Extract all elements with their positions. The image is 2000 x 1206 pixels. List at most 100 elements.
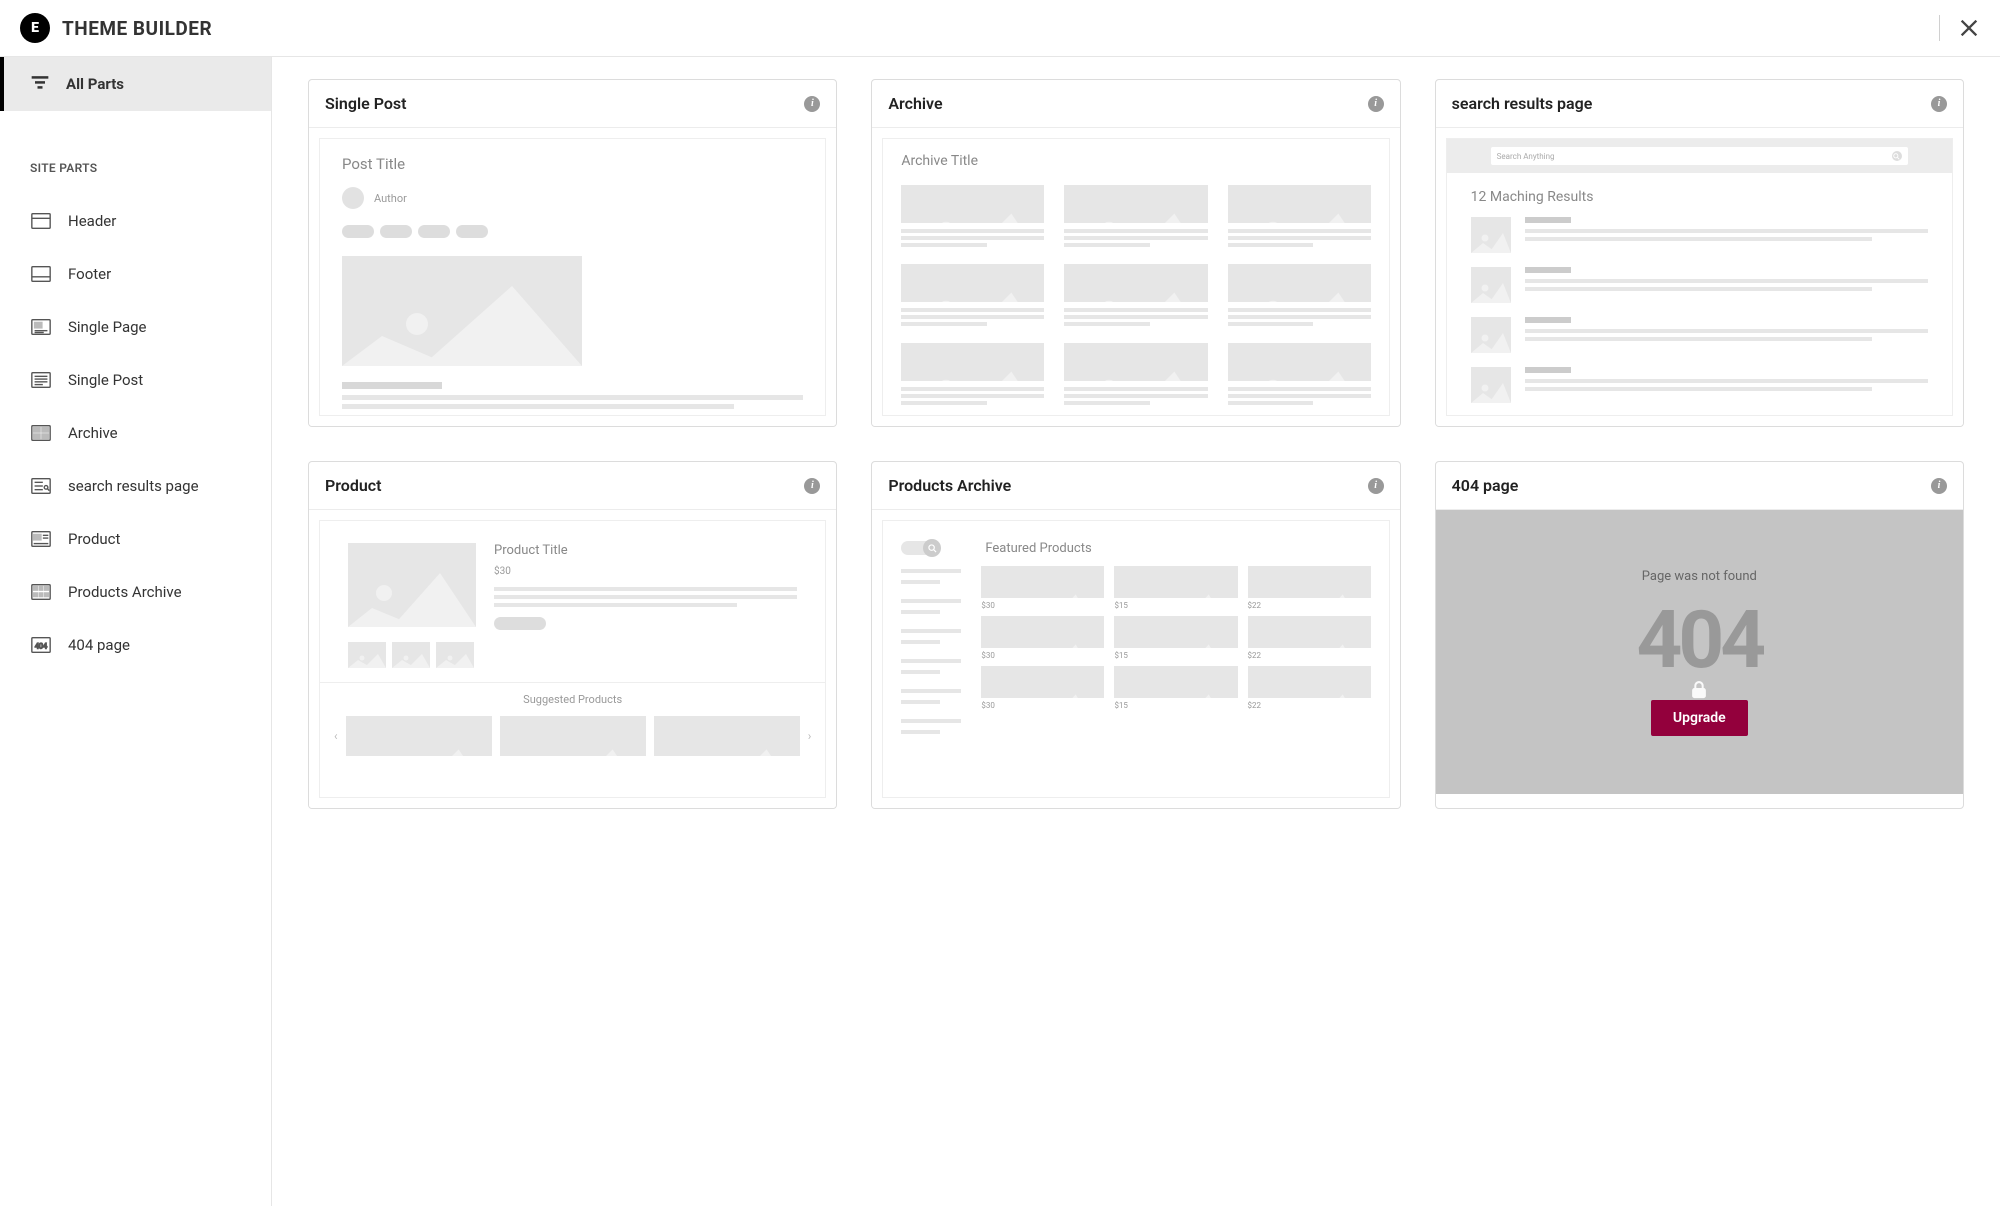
sidebar-item-single-post[interactable]: Single Post [0, 354, 271, 407]
card-title: search results page [1452, 94, 1593, 113]
card-body: Search Anything 12 Maching Results [1436, 128, 1963, 426]
card-products-archive[interactable]: Products Archive i [871, 461, 1400, 809]
products-archive-grid-item: $15 [1114, 616, 1237, 660]
sidebar-item-single-page[interactable]: Single Page [0, 301, 271, 354]
sidebar-item-products-archive[interactable]: Products Archive [0, 566, 271, 619]
products-archive-grid-item: $15 [1114, 566, 1237, 610]
card-search-results[interactable]: search results page i Search Anything 12… [1435, 79, 1964, 427]
card-header: search results page i [1436, 80, 1963, 128]
avatar-icon [342, 187, 364, 209]
featured-products-label: Featured Products [985, 541, 1370, 556]
cards-grid: Single Post i Post Title Author [308, 79, 1964, 809]
card-body: Post Title Author [309, 128, 836, 426]
sidebar-item-search-results[interactable]: search results page [0, 460, 271, 513]
sidebar-all-parts[interactable]: All Parts [0, 57, 271, 111]
products-archive-grid-item: $30 [981, 566, 1104, 610]
card-header: Archive i [872, 80, 1399, 128]
top-bar: E THEME BUILDER [0, 0, 2000, 57]
buy-pill-placeholder [494, 617, 546, 630]
products-archive-grid-item: $30 [981, 666, 1104, 710]
product-price-label: $15 [1114, 701, 1237, 710]
sidebar-item-label: 404 page [68, 636, 130, 654]
sidebar-item-label: search results page [68, 477, 199, 495]
post-title-label: Post Title [342, 155, 803, 173]
author-label: Author [374, 192, 407, 205]
card-404[interactable]: 404 page i Page was not found 404 Upgrad… [1435, 461, 1964, 809]
archive-preview: Archive Title [882, 138, 1389, 416]
lock-icon [1688, 633, 1710, 655]
info-icon[interactable]: i [1368, 478, 1384, 494]
sidebar-item-footer[interactable]: Footer [0, 248, 271, 301]
sidebar-item-label: Footer [68, 265, 111, 283]
vertical-divider [1939, 15, 1940, 41]
product-price-label: $30 [981, 651, 1104, 660]
top-bar-left: E THEME BUILDER [20, 13, 212, 43]
single-page-icon [30, 316, 52, 338]
sidebar-item-archive[interactable]: Archive [0, 407, 271, 460]
card-product[interactable]: Product i Product Title $30 [308, 461, 837, 809]
products-archive-preview: Featured Products $30$15$22$30$15$22$30$… [882, 520, 1389, 798]
sidebar-item-label: Products Archive [68, 583, 182, 601]
sidebar-item-header[interactable]: Header [0, 195, 271, 248]
info-icon[interactable]: i [1931, 478, 1947, 494]
archive-grid-item [901, 343, 1044, 408]
single-post-icon [30, 369, 52, 391]
sidebar-item-product[interactable]: Product [0, 513, 271, 566]
top-bar-right [1939, 15, 1980, 41]
product-hero-placeholder [348, 543, 476, 627]
card-title: Archive [888, 94, 942, 113]
card-body: Product Title $30 [309, 510, 836, 808]
archive-grid-item [901, 264, 1044, 329]
filter-toggle-placeholder [901, 541, 961, 555]
search-result-row [1471, 367, 1928, 403]
sidebar-section-label: SITE PARTS [0, 111, 271, 195]
search-results-icon [30, 475, 52, 497]
info-icon[interactable]: i [804, 96, 820, 112]
card-body: Featured Products $30$15$22$30$15$22$30$… [872, 510, 1399, 808]
search-input-placeholder: Search Anything [1491, 147, 1908, 165]
archive-grid-item [901, 185, 1044, 250]
header-icon [30, 210, 52, 232]
upgrade-button[interactable]: Upgrade [1651, 700, 1748, 736]
products-archive-grid-item: $22 [1248, 566, 1371, 610]
product-price-label: $30 [494, 566, 797, 577]
product-price-label: $22 [1248, 651, 1371, 660]
card-single-post[interactable]: Single Post i Post Title Author [308, 79, 837, 427]
products-archive-grid-item: $15 [1114, 666, 1237, 710]
404-icon: 404 [30, 634, 52, 656]
chevron-left-icon: ‹ [334, 729, 338, 743]
search-icon [1892, 151, 1902, 161]
archive-grid-item [1064, 185, 1207, 250]
sidebar-item-label: Single Page [68, 318, 147, 336]
not-found-subtitle: Page was not found [1642, 569, 1757, 584]
chevron-right-icon: › [808, 729, 812, 743]
product-price-label: $22 [1248, 701, 1371, 710]
card-title: Single Post [325, 94, 407, 113]
card-archive[interactable]: Archive i Archive Title [871, 79, 1400, 427]
product-price-label: $30 [981, 601, 1104, 610]
not-found-big-text: 404 [1636, 600, 1762, 680]
search-result-row [1471, 267, 1928, 303]
sidebar-item-404[interactable]: 404 404 page [0, 619, 271, 672]
info-icon[interactable]: i [1368, 96, 1384, 112]
archive-title-label: Archive Title [901, 153, 1370, 169]
info-icon[interactable]: i [804, 478, 820, 494]
info-icon[interactable]: i [1931, 96, 1947, 112]
sidebar: All Parts SITE PARTS Header Footer Singl… [0, 57, 272, 1206]
archive-grid-item [1228, 264, 1371, 329]
close-icon[interactable] [1958, 17, 1980, 39]
main-content: Single Post i Post Title Author [272, 57, 2000, 1206]
card-title: 404 page [1452, 476, 1519, 495]
card-header: 404 page i [1436, 462, 1963, 510]
card-title: Product [325, 476, 382, 495]
results-count-label: 12 Maching Results [1471, 189, 1928, 205]
search-results-preview: Search Anything 12 Maching Results [1446, 138, 1953, 416]
product-price-label: $15 [1114, 651, 1237, 660]
archive-icon [30, 422, 52, 444]
search-result-row [1471, 217, 1928, 253]
product-price-label: $30 [981, 701, 1104, 710]
product-title-label: Product Title [494, 543, 797, 558]
filter-icon [30, 72, 50, 96]
sidebar-item-label: Archive [68, 424, 118, 442]
search-result-row [1471, 317, 1928, 353]
